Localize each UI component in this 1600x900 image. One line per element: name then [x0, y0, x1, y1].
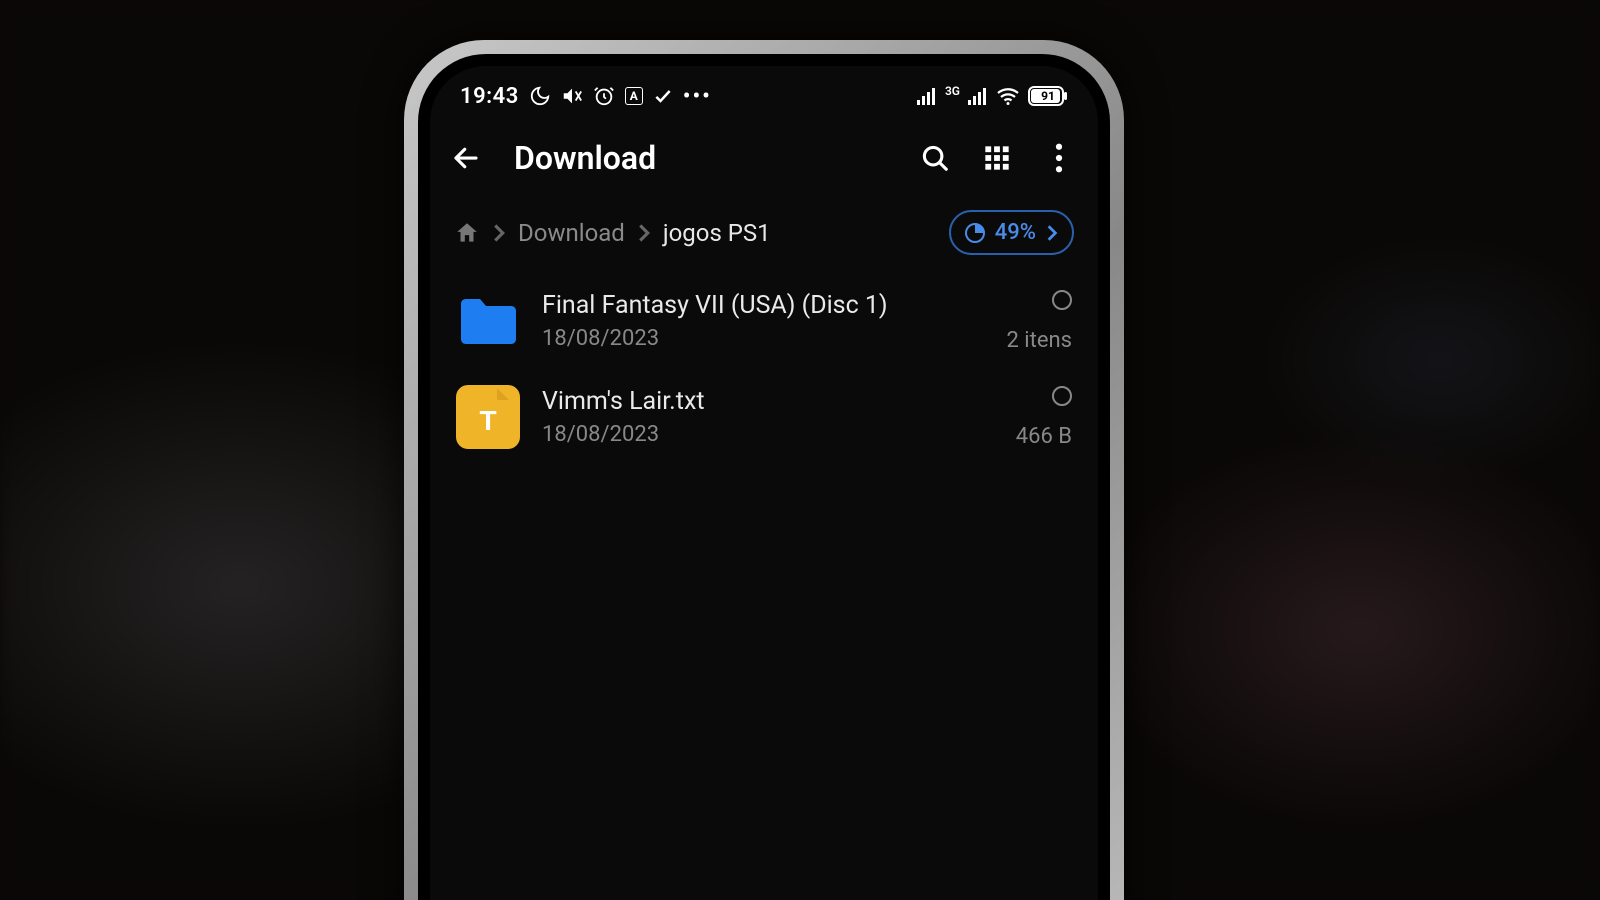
status-bar-left: 19:43 A ••• [460, 84, 712, 109]
battery-icon: 91 [1028, 86, 1068, 106]
file-main: Final Fantasy VII (USA) (Disc 1) 18/08/2… [542, 291, 984, 351]
wifi-icon [996, 86, 1020, 106]
file-right: 466 B [1016, 386, 1072, 449]
status-bar-right: 3G 91 [917, 86, 1068, 106]
more-menu-button[interactable] [1042, 141, 1076, 175]
search-icon [920, 143, 950, 173]
badge-a-icon: A [625, 87, 643, 105]
arrow-left-icon [451, 143, 481, 173]
grid-view-button[interactable] [980, 141, 1014, 175]
svg-text:T: T [479, 405, 496, 436]
home-icon[interactable] [454, 220, 480, 246]
file-meta: 466 B [1016, 424, 1072, 449]
chevron-right-icon [637, 223, 651, 243]
list-item[interactable]: T Vimm's Lair.txt 18/08/2023 466 B [450, 373, 1078, 469]
signal-2-icon [968, 87, 988, 105]
storage-chip[interactable]: 49% [949, 210, 1074, 255]
file-main: Vimm's Lair.txt 18/08/2023 [542, 387, 994, 447]
breadcrumb-current[interactable]: jogos PS1 [663, 219, 771, 247]
breadcrumb-row: Download jogos PS1 49% [430, 198, 1098, 275]
file-name: Final Fantasy VII (USA) (Disc 1) [542, 291, 984, 320]
storage-percent: 49% [995, 220, 1036, 245]
file-right: 2 itens [1006, 290, 1072, 353]
select-toggle[interactable] [1052, 290, 1072, 310]
breadcrumb[interactable]: Download jogos PS1 [454, 219, 949, 247]
mute-icon [561, 85, 583, 107]
phone-screen: 19:43 A ••• [430, 66, 1098, 900]
status-bar: 19:43 A ••• [430, 66, 1098, 118]
alarm-icon [593, 85, 615, 107]
folder-icon [456, 289, 520, 353]
header-actions [918, 141, 1076, 175]
signal-icon [917, 87, 937, 105]
chevron-right-icon [492, 223, 506, 243]
search-button[interactable] [918, 141, 952, 175]
file-name: Vimm's Lair.txt [542, 387, 994, 416]
list-item[interactable]: Final Fantasy VII (USA) (Disc 1) 18/08/2… [450, 277, 1078, 373]
text-file-icon: T [456, 385, 520, 449]
network-label: 3G [945, 84, 960, 98]
grid-icon [983, 144, 1011, 172]
breadcrumb-item[interactable]: Download [518, 219, 625, 247]
page-title: Download [514, 139, 892, 177]
file-date: 18/08/2023 [542, 422, 994, 447]
more-dots-icon: ••• [683, 84, 712, 109]
battery-level-text: 91 [1028, 86, 1068, 106]
pie-icon [965, 223, 985, 243]
back-button[interactable] [444, 136, 488, 180]
more-vertical-icon [1055, 143, 1063, 173]
file-date: 18/08/2023 [542, 326, 984, 351]
check-icon [653, 86, 673, 106]
file-meta: 2 itens [1006, 328, 1072, 353]
status-time: 19:43 [460, 84, 519, 109]
chevron-right-icon [1046, 224, 1058, 242]
app-header: Download [430, 118, 1098, 198]
select-toggle[interactable] [1052, 386, 1072, 406]
file-list: Final Fantasy VII (USA) (Disc 1) 18/08/2… [430, 275, 1098, 471]
phone-frame: 19:43 A ••• [404, 40, 1124, 900]
dnd-moon-icon [529, 85, 551, 107]
phone-inner-frame: 19:43 A ••• [418, 54, 1110, 900]
